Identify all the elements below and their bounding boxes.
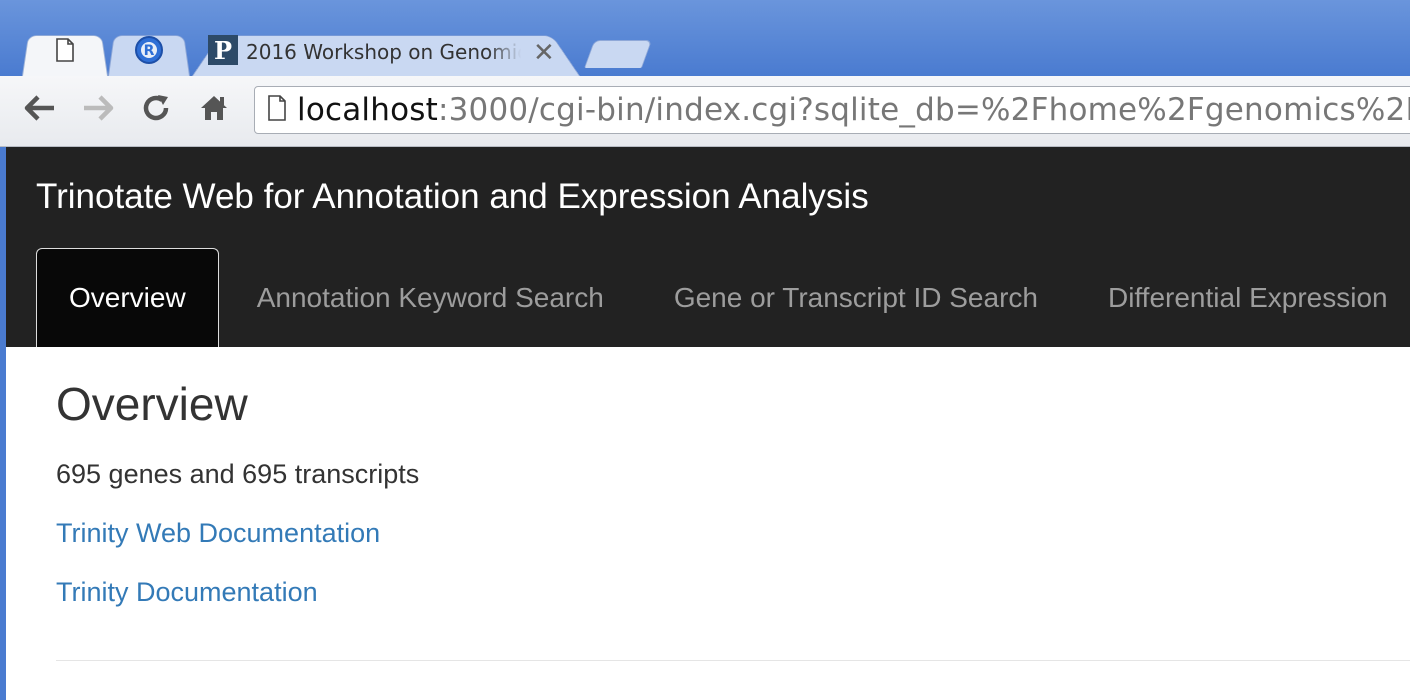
browser-tab-r[interactable]: R — [108, 28, 190, 76]
divider — [56, 660, 1410, 661]
svg-text:P: P — [214, 36, 232, 65]
page-icon — [267, 94, 287, 126]
forward-arrow-icon — [82, 94, 114, 127]
gene-transcript-count: 695 genes and 695 transcripts — [56, 459, 420, 489]
tab-differential-expression[interactable]: Differential Expression — [1076, 248, 1410, 347]
close-icon[interactable]: ✕ — [533, 39, 555, 65]
url-host: localhost — [297, 92, 438, 128]
app-brand[interactable]: Trinotate Web for Annotation and Express… — [36, 177, 869, 217]
tab-title: 2016 Workshop on Genomics — [246, 40, 521, 64]
back-arrow-icon — [24, 94, 56, 127]
app-navbar: Trinotate Web for Annotation and Express… — [6, 147, 1410, 347]
reload-button[interactable] — [138, 92, 174, 128]
browser-tab-strip: R P 2016 Workshop on Genomics ✕ — [0, 0, 1410, 76]
page-icon — [55, 37, 75, 67]
back-button[interactable] — [22, 92, 58, 128]
address-bar[interactable]: localhost:3000/cgi-bin/index.cgi?sqlite_… — [254, 86, 1410, 134]
home-icon — [199, 93, 229, 128]
browser-toolbar: localhost:3000/cgi-bin/index.cgi?sqlite_… — [0, 76, 1410, 147]
p-logo-icon: P — [208, 34, 238, 70]
svg-text:R: R — [144, 43, 155, 59]
page-title: Overview — [56, 378, 248, 430]
browser-tab-workshop[interactable]: P 2016 Workshop on Genomics ✕ — [192, 28, 580, 76]
forward-button[interactable] — [80, 92, 116, 128]
tab-annotation-keyword-search[interactable]: Annotation Keyword Search — [225, 248, 636, 347]
url-path: :3000/cgi-bin/index.cgi?sqlite_db=%2Fhom… — [437, 92, 1410, 128]
trinity-web-docs-link[interactable]: Trinity Web Documentation — [56, 518, 1396, 549]
tab-overview[interactable]: Overview — [36, 248, 219, 347]
trinity-docs-link[interactable]: Trinity Documentation — [56, 577, 1396, 608]
tab-gene-transcript-id-search[interactable]: Gene or Transcript ID Search — [642, 248, 1070, 347]
browser-tab-active[interactable] — [22, 28, 108, 76]
overview-panel: Overview 695 genes and 695 transcripts T… — [56, 377, 1396, 608]
nav-tabs: Overview Annotation Keyword Search Gene … — [36, 248, 1410, 347]
r-logo-icon: R — [134, 35, 164, 70]
url-text: localhost:3000/cgi-bin/index.cgi?sqlite_… — [297, 92, 1410, 128]
new-tab-button[interactable] — [584, 40, 653, 68]
reload-icon — [141, 93, 171, 128]
home-button[interactable] — [196, 92, 232, 128]
page-viewport: Trinotate Web for Annotation and Express… — [0, 147, 1410, 700]
